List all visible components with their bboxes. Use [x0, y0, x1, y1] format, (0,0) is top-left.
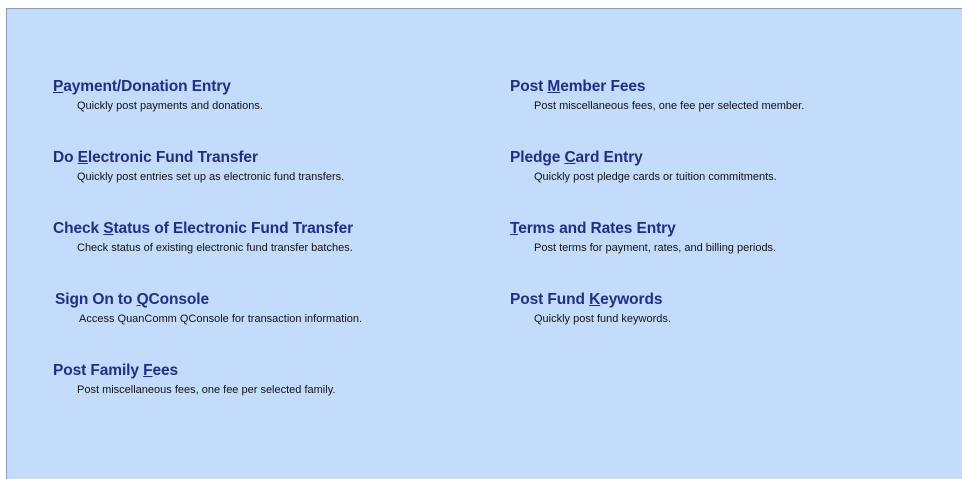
accelerator-key: T	[510, 220, 519, 237]
entry-post-family-fees: Post Family Fees Post miscellaneous fees…	[53, 361, 335, 397]
post-fund-keywords-link[interactable]: Post Fund Keywords	[510, 290, 671, 309]
entry-description: Quickly post payments and donations.	[77, 100, 263, 112]
menu-panel: Payment/Donation Entry Quickly post paym…	[6, 8, 962, 479]
entry-description: Post terms for payment, rates, and billi…	[534, 242, 777, 254]
post-member-fees-link[interactable]: Post Member Fees	[510, 77, 804, 96]
entry-description: Quickly post fund keywords.	[534, 313, 671, 325]
entry-description: Quickly post pledge cards or tuition com…	[534, 171, 777, 183]
accelerator-key: M	[547, 78, 561, 95]
accelerator-key: P	[53, 78, 64, 95]
entry-payment-donation: Payment/Donation Entry Quickly post paym…	[53, 77, 263, 113]
entry-post-fund-keywords: Post Fund Keywords Quickly post fund key…	[510, 290, 671, 326]
accelerator-key: E	[77, 149, 88, 166]
electronic-fund-transfer-link[interactable]: Do Electronic Fund Transfer	[53, 148, 344, 167]
accelerator-key: Q	[136, 291, 149, 308]
check-eft-status-link[interactable]: Check Status of Electronic Fund Transfer	[53, 219, 353, 238]
pledge-card-entry-link[interactable]: Pledge Card Entry	[510, 148, 777, 167]
entry-description: Access QuanComm QConsole for transaction…	[79, 313, 363, 325]
entry-pledge-card: Pledge Card Entry Quickly post pledge ca…	[510, 148, 777, 184]
entry-terms-rates: Terms and Rates Entry Post terms for pay…	[510, 219, 776, 255]
accelerator-key: K	[589, 291, 601, 308]
entry-check-eft-status: Check Status of Electronic Fund Transfer…	[53, 219, 353, 255]
accelerator-key: S	[103, 220, 114, 237]
entry-sign-on-qconsole: Sign On to QConsole Access QuanComm QCon…	[55, 290, 362, 326]
terms-and-rates-entry-link[interactable]: Terms and Rates Entry	[510, 219, 776, 238]
entry-description: Post miscellaneous fees, one fee per sel…	[534, 100, 805, 112]
entry-post-member-fees: Post Member Fees Post miscellaneous fees…	[510, 77, 804, 113]
entry-description: Check status of existing electronic fund…	[77, 242, 353, 254]
accelerator-key: C	[564, 149, 576, 166]
post-family-fees-link[interactable]: Post Family Fees	[53, 361, 335, 380]
entry-description: Quickly post entries set up as electroni…	[77, 171, 345, 183]
entry-electronic-fund-transfer: Do Electronic Fund Transfer Quickly post…	[53, 148, 344, 184]
sign-on-qconsole-link[interactable]: Sign On to QConsole	[55, 290, 362, 309]
entry-description: Post miscellaneous fees, one fee per sel…	[77, 384, 336, 396]
payment-donation-entry-link[interactable]: Payment/Donation Entry	[53, 77, 263, 96]
